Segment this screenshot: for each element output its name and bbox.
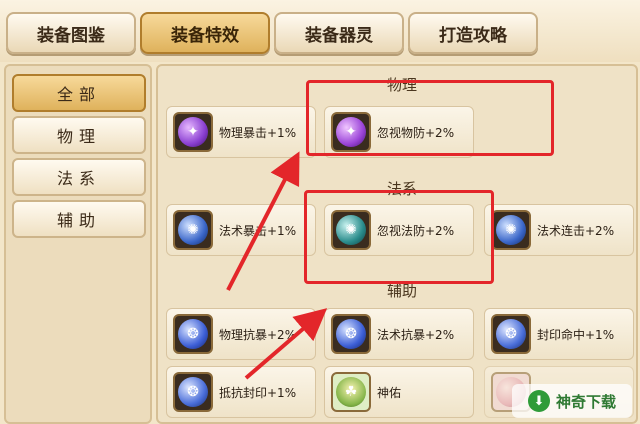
sidebar-item-magic[interactable]: 法系 <box>12 158 146 196</box>
effect-label: 抵抗封印+1% <box>219 385 297 400</box>
effect-label: 神佑 <box>377 385 402 400</box>
green-figure-icon: ☘ <box>331 372 371 412</box>
effect-card-seal-hit[interactable]: ❂ 封印命中+1% <box>484 308 634 360</box>
blue-orb-icon: ❂ <box>331 314 371 354</box>
sidebar-item-physical[interactable]: 物理 <box>12 116 146 154</box>
effect-card-phys-crit-resist[interactable]: ❂ 物理抗暴+2% <box>166 308 316 360</box>
tab-forging-guide[interactable]: 打造攻略 <box>408 12 538 54</box>
effect-card-magic-crit-resist[interactable]: ❂ 法术抗暴+2% <box>324 308 474 360</box>
effect-card-seal-resist[interactable]: ❂ 抵抗封印+1% <box>166 366 316 418</box>
effect-card-phys-crit[interactable]: ✦ 物理暴击+1% <box>166 106 316 158</box>
tab-equipment-effects[interactable]: 装备特效 <box>140 12 270 54</box>
blue-orb-icon: ❂ <box>173 314 213 354</box>
effect-card-magic-crit[interactable]: ✺ 法术暴击+1% <box>166 204 316 256</box>
effect-label: 法术暴击+1% <box>219 223 297 238</box>
highlight-box-ignore-phys-def <box>306 80 554 156</box>
sidebar-item-all[interactable]: 全部 <box>12 74 146 112</box>
tab-equipment-spirit[interactable]: 装备器灵 <box>274 12 404 54</box>
effect-card-blessing[interactable]: ☘ 神佑 <box>324 366 474 418</box>
effect-label: 法术连击+2% <box>537 223 615 238</box>
download-logo-icon: ⬇ <box>527 390 550 412</box>
effect-label: 物理暴击+1% <box>219 125 297 140</box>
purple-orb-icon: ✦ <box>173 112 213 152</box>
watermark-logo: ⬇ 神奇下载 <box>512 384 632 418</box>
watermark-text: 神奇下载 <box>555 392 616 411</box>
sidebar-item-support[interactable]: 辅助 <box>12 200 146 238</box>
blue-orb-icon: ❂ <box>491 314 531 354</box>
effect-label: 封印命中+1% <box>537 327 615 342</box>
blue-orb-icon: ✺ <box>491 210 531 250</box>
effect-label: 物理抗暴+2% <box>219 327 297 342</box>
tab-equipment-catalog[interactable]: 装备图鉴 <box>6 12 136 54</box>
tab-bar: 装备图鉴 装备特效 装备器灵 打造攻略 <box>0 0 640 62</box>
highlight-box-ignore-magic-def <box>304 190 494 284</box>
blue-orb-icon: ❂ <box>173 372 213 412</box>
category-sidebar: 全部 物理 法系 辅助 <box>4 64 152 424</box>
effect-card-magic-combo[interactable]: ✺ 法术连击+2% <box>484 204 634 256</box>
effect-label: 法术抗暴+2% <box>377 327 455 342</box>
blue-orb-icon: ✺ <box>173 210 213 250</box>
